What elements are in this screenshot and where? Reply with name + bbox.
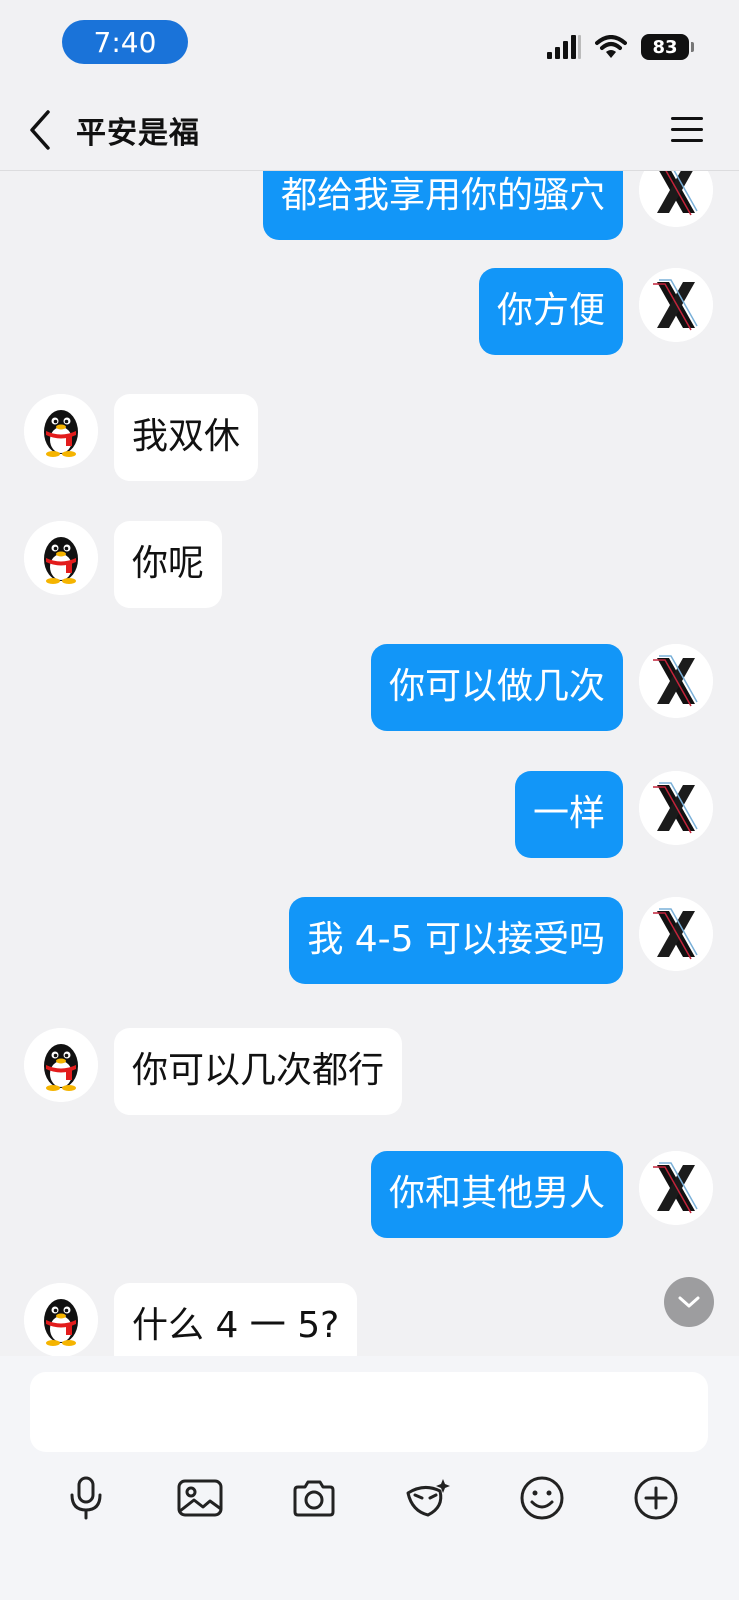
contact-avatar[interactable] <box>24 521 98 595</box>
chevron-down-icon <box>678 1296 700 1308</box>
x-logo-icon <box>639 1151 713 1225</box>
photo-button[interactable] <box>172 1470 228 1526</box>
input-area <box>0 1356 739 1600</box>
camera-button[interactable] <box>286 1470 342 1526</box>
message-outgoing: 你方便 <box>478 268 713 355</box>
message-incoming: 你可以几次都行 <box>24 1028 403 1115</box>
chevron-left-icon <box>30 110 50 150</box>
input-toolbar <box>0 1470 739 1526</box>
message-outgoing: 你可以做几次 <box>370 644 713 731</box>
status-time: 7:40 <box>62 20 188 64</box>
my-avatar[interactable] <box>639 1151 713 1225</box>
message-bubble[interactable]: 都给我享用你的骚穴 <box>262 171 623 240</box>
x-logo-icon <box>639 268 713 342</box>
cellular-signal-icon <box>547 35 581 59</box>
sticker-icon <box>406 1479 450 1517</box>
menu-button[interactable] <box>669 114 705 146</box>
battery-indicator: 83 <box>641 34 694 60</box>
message-bubble[interactable]: 你呢 <box>114 521 223 608</box>
hamburger-menu-icon <box>671 117 703 142</box>
x-logo-icon <box>639 771 713 845</box>
my-avatar[interactable] <box>639 644 713 718</box>
my-avatar[interactable] <box>639 171 713 227</box>
message-bubble[interactable]: 你方便 <box>478 268 623 355</box>
contact-avatar[interactable] <box>24 394 98 468</box>
penguin-avatar-icon <box>24 1283 98 1356</box>
voice-button[interactable] <box>58 1470 114 1526</box>
message-incoming: 你呢 <box>24 521 223 608</box>
camera-icon <box>293 1480 335 1517</box>
message-bubble[interactable]: 你可以几次都行 <box>114 1028 403 1115</box>
message-input[interactable] <box>30 1372 708 1452</box>
message-bubble[interactable]: 你可以做几次 <box>370 644 623 731</box>
my-avatar[interactable] <box>639 268 713 342</box>
emoji-icon <box>520 1476 564 1520</box>
penguin-avatar-icon <box>24 521 98 595</box>
status-bar: 7:40 83 <box>0 0 739 88</box>
x-logo-icon <box>639 897 713 971</box>
sticker-button[interactable] <box>400 1470 456 1526</box>
message-incoming: 我双休 <box>24 394 259 481</box>
add-icon <box>634 1476 678 1520</box>
penguin-avatar-icon <box>24 394 98 468</box>
message-bubble[interactable]: 你和其他男人 <box>370 1151 623 1238</box>
penguin-avatar-icon <box>24 1028 98 1102</box>
message-incoming: 什么 4 一 5? <box>24 1283 358 1356</box>
my-avatar[interactable] <box>639 897 713 971</box>
contact-avatar[interactable] <box>24 1283 98 1356</box>
x-logo-icon <box>639 644 713 718</box>
my-avatar[interactable] <box>639 771 713 845</box>
message-bubble[interactable]: 什么 4 一 5? <box>114 1283 358 1356</box>
message-bubble[interactable]: 我双休 <box>114 394 259 481</box>
add-button[interactable] <box>628 1470 684 1526</box>
message-outgoing: 你和其他男人 <box>370 1151 713 1238</box>
emoji-button[interactable] <box>514 1470 570 1526</box>
message-list[interactable]: 都给我享用你的骚穴 你方便 我双休 你呢 你可以做几次 一样 我 4-5 可以接… <box>0 171 739 1356</box>
message-outgoing: 一样 <box>514 771 713 858</box>
contact-avatar[interactable] <box>24 1028 98 1102</box>
message-bubble[interactable]: 我 4-5 可以接受吗 <box>289 897 623 984</box>
wifi-icon <box>595 35 627 58</box>
chat-header: 平安是福 <box>0 88 739 171</box>
image-icon <box>177 1479 223 1517</box>
message-outgoing: 都给我享用你的骚穴 <box>262 171 713 240</box>
message-outgoing: 我 4-5 可以接受吗 <box>289 897 713 984</box>
back-button[interactable] <box>24 108 60 152</box>
microphone-icon <box>70 1476 102 1520</box>
chat-title[interactable]: 平安是福 <box>76 108 200 152</box>
scroll-to-bottom-button[interactable] <box>664 1277 714 1327</box>
message-bubble[interactable]: 一样 <box>514 771 623 858</box>
x-logo-icon <box>639 171 713 227</box>
